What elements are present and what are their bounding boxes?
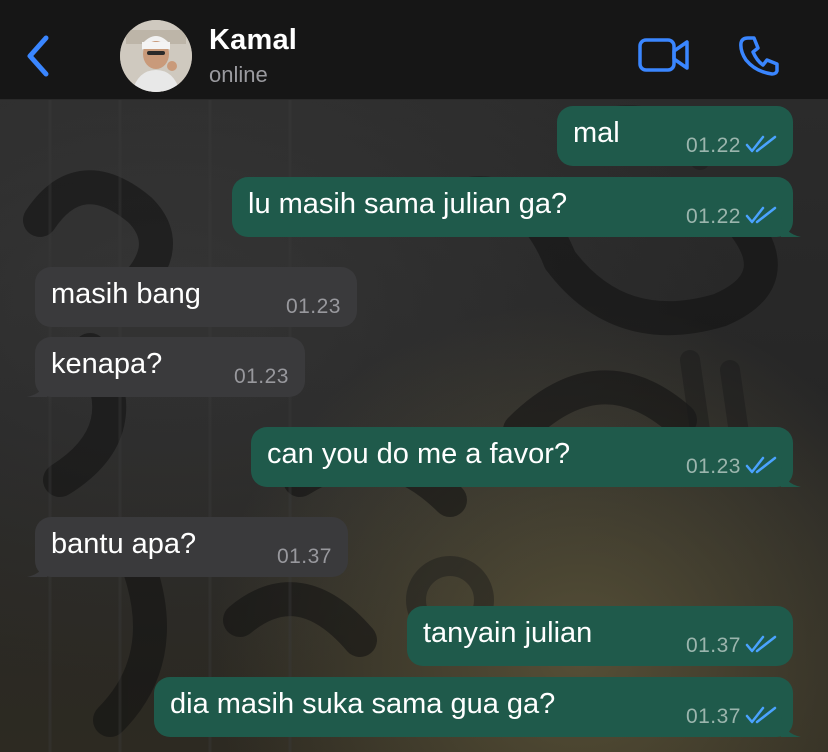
message-time: 01.23 <box>685 455 741 478</box>
message-text: bantu apa? <box>51 528 197 560</box>
chevron-left-icon <box>27 35 49 77</box>
message-bubble-outgoing[interactable]: can you do me a favor? 01.23 <box>251 427 801 487</box>
message-text: can you do me a favor? <box>267 438 571 470</box>
message-time: 01.37 <box>276 545 332 568</box>
message-bubble-incoming[interactable]: masih bang 01.23 <box>35 267 357 327</box>
read-receipt-icon <box>745 456 777 474</box>
video-call-button[interactable] <box>638 36 690 74</box>
avatar-photo <box>120 20 192 92</box>
message-time: 01.22 <box>685 134 741 157</box>
message-time: 01.23 <box>285 295 341 318</box>
bubble-tail <box>781 717 801 737</box>
message-bubble-outgoing[interactable]: lu masih sama julian ga? 01.22 <box>232 177 801 237</box>
voice-call-button[interactable] <box>738 34 780 76</box>
message-time: 01.37 <box>685 705 741 728</box>
read-receipt-icon <box>745 206 777 224</box>
message-text: kenapa? <box>51 348 163 380</box>
bubble-tail <box>781 217 801 237</box>
message-text: masih bang <box>51 278 201 310</box>
video-camera-icon <box>638 38 689 72</box>
message-bubble-outgoing[interactable]: mal 01.22 <box>557 106 793 166</box>
message-bubble-incoming[interactable]: kenapa? 01.23 <box>27 337 305 397</box>
message-time: 01.22 <box>685 205 741 228</box>
message-text: tanyain julian <box>423 617 593 649</box>
message-time: 01.23 <box>233 365 289 388</box>
bubble-tail <box>781 467 801 487</box>
contact-status: online <box>209 62 268 87</box>
bubble-tail <box>27 377 47 397</box>
message-text: mal <box>573 117 620 149</box>
message-bubble-outgoing[interactable]: dia masih suka sama gua ga? 01.37 <box>154 677 801 737</box>
message-bubble-incoming[interactable]: bantu apa? 01.37 <box>27 517 348 577</box>
chat-header: Kamal online <box>0 0 828 100</box>
message-text: lu masih sama julian ga? <box>248 188 568 220</box>
back-button[interactable] <box>22 34 56 78</box>
phone-icon <box>739 36 779 76</box>
message-bubble-outgoing[interactable]: tanyain julian 01.37 <box>407 606 793 666</box>
message-text: dia masih suka sama gua ga? <box>170 688 556 720</box>
bubble-tail <box>27 557 47 577</box>
avatar[interactable] <box>120 20 192 92</box>
read-receipt-icon <box>745 706 777 724</box>
read-receipt-icon <box>745 635 777 653</box>
contact-name[interactable]: Kamal <box>209 24 297 57</box>
read-receipt-icon <box>745 135 777 153</box>
message-time: 01.37 <box>685 634 741 657</box>
